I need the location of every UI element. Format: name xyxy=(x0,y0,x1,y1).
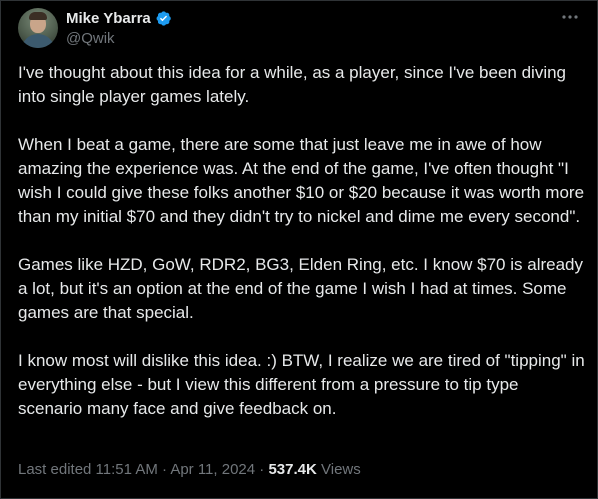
tweet-meta: Last edited 11:51 AM · Apr 11, 2024 · 53… xyxy=(18,461,361,478)
tweet-paragraph: When I beat a game, there are some that … xyxy=(18,135,585,226)
more-options-icon[interactable] xyxy=(560,7,580,27)
author-handle[interactable]: @Qwik xyxy=(66,30,115,47)
tweet-text: I've thought about this idea for a while… xyxy=(18,61,586,421)
tweet-paragraph: I've thought about this idea for a while… xyxy=(18,63,567,106)
author-avatar[interactable] xyxy=(18,8,58,48)
tweet-paragraph: Games like HZD, GoW, RDR2, BG3, Elden Ri… xyxy=(18,255,583,322)
author-name-row: Mike Ybarra xyxy=(66,10,172,27)
avatar-shoulders xyxy=(21,34,55,48)
views-count: 537.4K xyxy=(268,461,317,478)
avatar-hair xyxy=(29,12,47,20)
verified-badge-icon xyxy=(156,11,171,26)
meta-separator: · xyxy=(259,461,265,478)
tweet-paragraph: I know most will dislike this idea. :) B… xyxy=(18,351,585,418)
views-label: Views xyxy=(321,461,361,478)
author-name[interactable]: Mike Ybarra xyxy=(66,10,151,27)
tweet-card: Mike Ybarra @Qwik I've thought about thi… xyxy=(0,0,598,499)
edited-timestamp-link[interactable]: Last edited 11:51 AM · Apr 11, 2024 xyxy=(18,461,255,478)
